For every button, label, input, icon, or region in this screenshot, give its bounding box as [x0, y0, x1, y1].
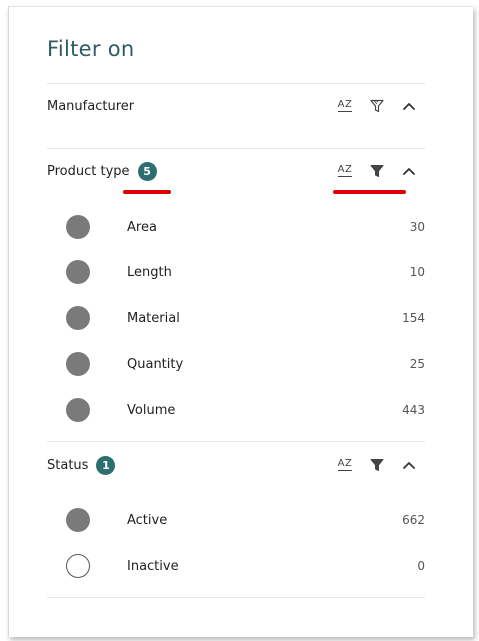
sort-az-icon: AZ — [337, 164, 353, 177]
filter-filled-icon — [370, 165, 384, 177]
section-label: Status — [47, 457, 89, 473]
option-label: Length — [127, 264, 172, 280]
section-header-status[interactable]: Status 1 AZ — [47, 450, 425, 480]
section-header-product-type[interactable]: Product type 5 AZ — [47, 156, 425, 186]
collapse-button[interactable] — [393, 450, 425, 480]
option-count: 0 — [417, 559, 425, 573]
option-label: Quantity — [127, 356, 184, 372]
filter-button[interactable] — [361, 156, 393, 186]
radio-selected[interactable] — [66, 352, 90, 376]
count-badge: 5 — [137, 161, 157, 181]
option-count: 30 — [409, 220, 425, 234]
sort-button[interactable]: AZ — [329, 156, 361, 186]
radio-unselected[interactable] — [66, 554, 90, 578]
divider — [47, 441, 425, 442]
filter-button[interactable] — [361, 450, 393, 480]
radio-selected[interactable] — [66, 306, 90, 330]
option-count: 154 — [402, 311, 425, 325]
chevron-up-icon — [403, 462, 415, 469]
radio-selected[interactable] — [66, 260, 90, 284]
list-item[interactable]: Volume 443 — [47, 395, 425, 425]
divider — [47, 83, 425, 84]
filter-outline-icon — [370, 99, 384, 113]
section-label: Manufacturer — [47, 98, 135, 114]
filter-filled-icon — [370, 459, 384, 471]
radio-selected[interactable] — [66, 215, 90, 239]
divider — [47, 148, 425, 149]
divider — [47, 597, 425, 598]
list-item[interactable]: Active 662 — [47, 505, 425, 535]
collapse-button[interactable] — [393, 156, 425, 186]
section-label: Product type — [47, 163, 130, 179]
collapse-button[interactable] — [393, 91, 425, 121]
radio-selected[interactable] — [66, 398, 90, 422]
chevron-up-icon — [403, 168, 415, 175]
option-label: Inactive — [127, 558, 179, 574]
option-label: Active — [127, 512, 168, 528]
sort-az-icon: AZ — [337, 99, 353, 112]
sort-button[interactable]: AZ — [329, 450, 361, 480]
sort-az-icon: AZ — [337, 458, 353, 471]
list-item[interactable]: Quantity 25 — [47, 349, 425, 379]
option-label: Material — [127, 310, 180, 326]
option-label: Volume — [127, 402, 176, 418]
chevron-up-icon — [403, 103, 415, 110]
section-header-manufacturer[interactable]: Manufacturer AZ — [47, 91, 425, 121]
panel-title: Filter on — [47, 37, 135, 61]
option-count: 662 — [402, 513, 425, 527]
annotation-underline — [123, 190, 171, 194]
count-badge: 1 — [96, 455, 116, 475]
radio-selected[interactable] — [66, 508, 90, 532]
option-count: 443 — [402, 403, 425, 417]
filter-button[interactable] — [361, 91, 393, 121]
option-label: Area — [127, 219, 157, 235]
list-item[interactable]: Length 10 — [47, 257, 425, 287]
filter-panel: Filter on Manufacturer AZ Product type 5… — [8, 6, 473, 637]
sort-button[interactable]: AZ — [329, 91, 361, 121]
list-item[interactable]: Inactive 0 — [47, 551, 425, 581]
option-count: 10 — [409, 265, 425, 279]
annotation-underline — [333, 190, 406, 194]
list-item[interactable]: Area 30 — [47, 212, 425, 242]
list-item[interactable]: Material 154 — [47, 303, 425, 333]
option-count: 25 — [409, 357, 425, 371]
